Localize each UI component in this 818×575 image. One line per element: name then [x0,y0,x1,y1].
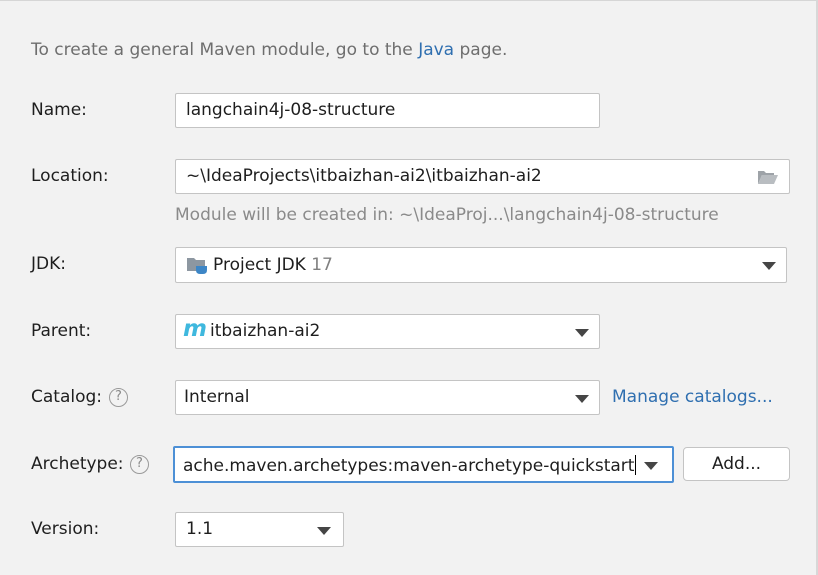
jdk-value: Project JDK 17 [213,255,333,275]
name-field[interactable]: langchain4j-08-structure [175,93,600,128]
location-hint: Module will be created in: ~\IdeaProj...… [175,205,719,225]
archetype-help-icon[interactable]: ? [130,455,149,474]
location-field[interactable]: ~\IdeaProjects\itbaizhan-ai2\itbaizhan-a… [175,159,790,194]
name-value: langchain4j-08-structure [186,100,396,120]
archetype-value[interactable]: ache.maven.archetypes:maven-archetype-qu… [183,455,637,476]
text-cursor [635,455,637,475]
jdk-name: Project JDK [213,255,306,275]
parent-label: Parent: [31,321,92,341]
maven-icon: m [183,316,207,342]
java-page-link[interactable]: Java [418,40,454,60]
intro-suffix: page. [459,40,508,60]
archetype-text: ache.maven.archetypes:maven-archetype-qu… [183,456,635,476]
version-dropdown[interactable]: 1.1 [175,512,344,547]
add-archetype-button[interactable]: Add... [683,447,790,481]
top-divider [0,0,818,1]
jdk-dropdown[interactable]: Project JDK 17 [175,247,787,283]
folder-open-icon[interactable] [757,169,779,190]
chevron-down-icon [762,262,776,270]
version-value: 1.1 [186,519,214,539]
catalog-dropdown[interactable]: Internal [175,380,600,415]
location-value: ~\IdeaProjects\itbaizhan-ai2\itbaizhan-a… [186,166,542,186]
archetype-dropdown[interactable]: ache.maven.archetypes:maven-archetype-qu… [173,446,674,483]
catalog-value: Internal [184,387,250,407]
chevron-down-icon [575,395,589,403]
parent-value: itbaizhan-ai2 [210,321,321,341]
name-label: Name: [31,100,87,120]
version-label: Version: [31,519,100,539]
jdk-version: 17 [311,255,333,275]
manage-catalogs-link[interactable]: Manage catalogs... [612,387,773,407]
chevron-down-icon [644,462,658,470]
parent-dropdown[interactable]: m itbaizhan-ai2 [175,314,600,349]
catalog-label: Catalog: [31,387,103,407]
chevron-down-icon [575,329,589,337]
intro-text: To create a general Maven module, go to … [31,40,507,60]
location-label: Location: [31,166,109,186]
chevron-down-icon [317,527,331,535]
jdk-label: JDK: [31,254,66,274]
catalog-help-icon[interactable]: ? [109,388,128,407]
jdk-folder-icon [186,257,208,280]
intro-prefix: To create a general Maven module, go to … [31,40,413,60]
archetype-label: Archetype: [31,454,124,474]
